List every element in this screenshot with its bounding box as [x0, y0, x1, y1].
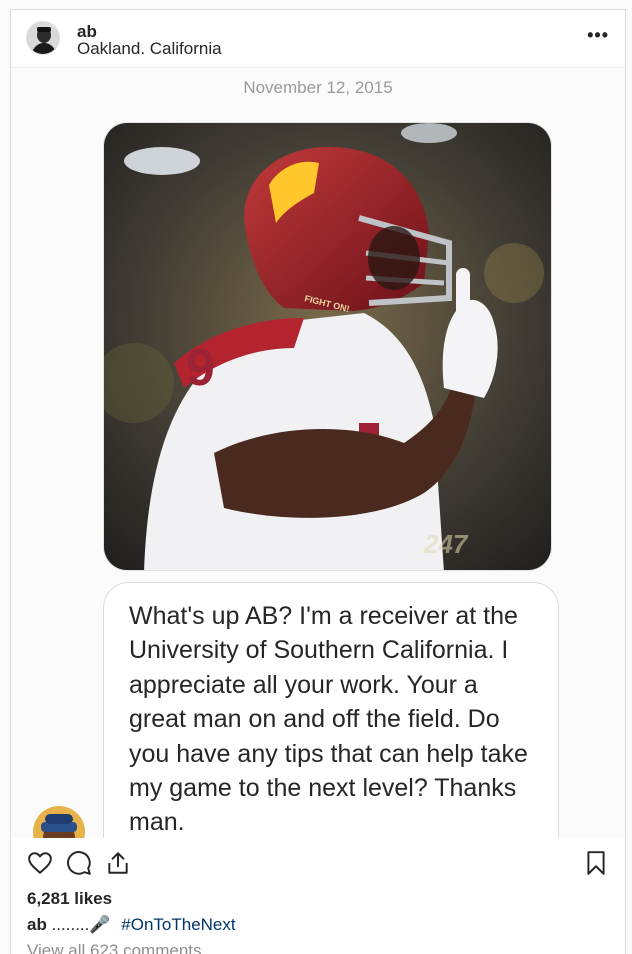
- more-horizontal-icon[interactable]: •••: [587, 26, 609, 44]
- likes-count[interactable]: 6,281 likes: [27, 889, 112, 909]
- football-player-photo: 9 FIGHT ON! 247: [104, 123, 551, 570]
- share-icon[interactable]: [105, 850, 131, 876]
- bookmark-icon[interactable]: [583, 850, 609, 876]
- view-comments-link[interactable]: View all 623 comments: [27, 941, 202, 954]
- avatar[interactable]: [26, 21, 60, 55]
- post-actions: 6,281 likes ab ........🎤 #OnToTheNext Vi…: [11, 838, 625, 954]
- message-date: November 12, 2015: [243, 78, 393, 97]
- heart-icon[interactable]: [27, 850, 53, 876]
- comment-icon[interactable]: [66, 850, 92, 876]
- sender-avatar-image: [33, 806, 85, 838]
- photo-watermark: 247: [423, 529, 469, 559]
- jersey-number: 9: [186, 339, 215, 397]
- post-location[interactable]: Oakland. California: [77, 40, 222, 58]
- sender-avatar: [33, 806, 85, 838]
- message-bubble: What's up AB? I'm a receiver at the Univ…: [103, 582, 559, 838]
- post-caption: ab ........🎤 #OnToTheNext: [27, 915, 236, 935]
- instagram-post: ab Oakland. California ••• November 12, …: [10, 9, 626, 954]
- message-photo: 9 FIGHT ON! 247: [103, 122, 552, 571]
- post-media[interactable]: November 12, 2015 9 FIGHT ON! 247 What's…: [11, 68, 625, 838]
- caption-hashtag[interactable]: #OnToTheNext: [121, 915, 235, 934]
- avatar-image: [27, 22, 59, 54]
- post-header: ab Oakland. California •••: [11, 10, 625, 68]
- caption-username[interactable]: ab: [27, 915, 47, 934]
- caption-text: ........🎤: [51, 915, 111, 934]
